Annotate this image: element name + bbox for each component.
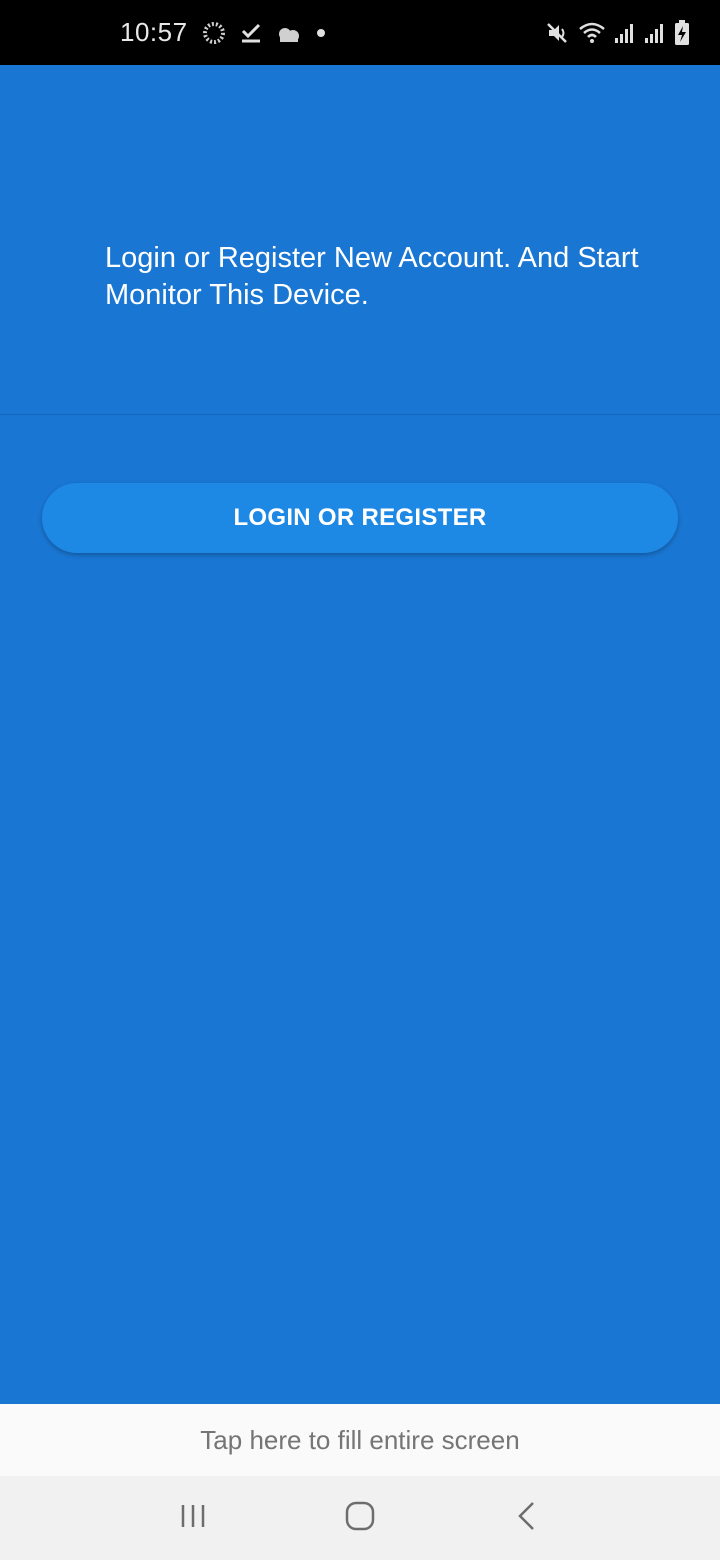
mute-icon xyxy=(546,21,570,45)
screen: 10:57 Login or Register New Account. And… xyxy=(0,0,720,1560)
cloud-icon xyxy=(276,22,302,44)
signal-icon xyxy=(644,22,666,44)
recents-button[interactable] xyxy=(153,1488,233,1548)
navigation-bar xyxy=(0,1476,720,1560)
recents-icon xyxy=(178,1501,208,1536)
fill-screen-text: Tap here to fill entire screen xyxy=(200,1424,520,1455)
home-button[interactable] xyxy=(320,1488,400,1548)
status-time: 10:57 xyxy=(120,17,188,47)
battery-charging-icon xyxy=(674,19,690,46)
header-message: Login or Register New Account. And Start… xyxy=(105,242,639,311)
status-bar: 10:57 xyxy=(0,0,720,65)
back-button[interactable] xyxy=(487,1488,567,1548)
login-or-register-button[interactable]: LOGIN OR REGISTER xyxy=(42,483,678,553)
wifi-icon xyxy=(578,21,606,45)
main-content: LOGIN OR REGISTER xyxy=(0,415,720,1405)
status-left: 10:57 xyxy=(120,17,326,48)
status-right xyxy=(546,19,690,46)
home-icon xyxy=(344,1500,376,1537)
signal-icon xyxy=(614,22,636,44)
download-check-icon xyxy=(240,22,262,44)
fill-screen-banner[interactable]: Tap here to fill entire screen xyxy=(0,1404,720,1476)
loading-circle-icon xyxy=(202,21,226,45)
dot-icon xyxy=(316,28,326,38)
back-icon xyxy=(515,1500,539,1537)
header: Login or Register New Account. And Start… xyxy=(0,65,720,415)
